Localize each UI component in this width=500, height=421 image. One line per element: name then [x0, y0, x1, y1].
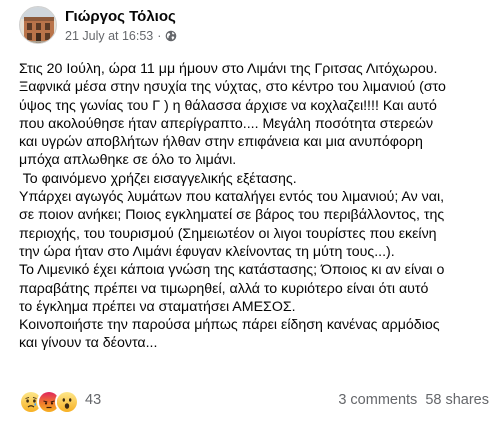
- reactions-summary[interactable]: [19, 390, 79, 414]
- post-body-line: περιοχής, του τουρισμού (Σημειωτέον οι λ…: [19, 225, 437, 242]
- globe-icon[interactable]: [165, 30, 177, 42]
- post-body-line: Στις 20 Ιούλη, ώρα 11 μμ ήμουν στο Λιμάν…: [19, 61, 438, 77]
- post-body-line: Κοινοποιήστε την παρούσα μήπως πάρει είδ…: [19, 317, 440, 334]
- post-body-line: την ώρα ήταν στο Λιμάνι έφυγαν κλείνοντα…: [19, 243, 395, 260]
- post-body-line: ύψος της γωνίας του Γ ) η θάλασσα άρχισε…: [19, 97, 437, 114]
- post-body: Στις 20 Ιούλη, ώρα 11 μμ ήμουν στο Λιμάν…: [19, 60, 489, 353]
- post-meta: 21 July at 16:53 ·: [65, 29, 177, 43]
- author-name[interactable]: Γιώργος Τόλιος: [65, 8, 176, 25]
- facebook-post: Γιώργος Τόλιος 21 July at 16:53 · Στις 2…: [0, 0, 500, 421]
- post-body-line: και γίνουν τα δέοντα...: [19, 335, 158, 352]
- post-body-line: Το Λιμενικό έχει κάποια γνώση της κατάστ…: [19, 262, 445, 279]
- meta-separator: ·: [157, 29, 162, 43]
- avatar-photo-icon: [20, 7, 56, 43]
- post-body-line: σε ποιον ανήκει; Ποιος εγκληματεί σε βάρ…: [19, 207, 445, 224]
- post-timestamp[interactable]: 21 July at 16:53: [65, 29, 153, 43]
- shares-count-link[interactable]: 58 shares: [425, 392, 489, 408]
- author-avatar[interactable]: [19, 6, 57, 44]
- reaction-count[interactable]: 43: [85, 392, 101, 408]
- wow-reaction-icon[interactable]: [55, 390, 79, 414]
- comments-count-link[interactable]: 3 comments: [338, 392, 417, 408]
- post-body-line: Το φαινόμενο χρήζει εισαγγελικής εξέταση…: [19, 170, 297, 187]
- post-body-line: που ακολούθησε ήταν απερίγραπτο.... Μεγά…: [19, 115, 434, 132]
- post-body-line: Υπάρχει αγωγός λυμάτων που καταλήγει εντ…: [19, 189, 445, 206]
- post-body-line: Ξαφνικά μέσα στην ησυχία της νύχτας, στο…: [19, 79, 446, 96]
- post-body-line: παραβάτης πρέπει να τιμωρηθεί, αλλά το κ…: [19, 280, 429, 297]
- post-body-line: μπόχα απλωθηκε σε όλο το λιμάνι.: [19, 152, 237, 169]
- post-header: Γιώργος Τόλιος 21 July at 16:53 ·: [19, 6, 479, 50]
- post-footer: 43 3 comments 58 shares: [19, 389, 489, 414]
- post-stats: 3 comments 58 shares: [338, 392, 489, 408]
- post-body-line: και υγρών αποβλήτων ήλθαν στην επιφάνεια…: [19, 134, 423, 151]
- post-body-line: το έγκλημα πρέπει να σταματήσει ΑΜΕΣΟΣ.: [19, 298, 296, 315]
